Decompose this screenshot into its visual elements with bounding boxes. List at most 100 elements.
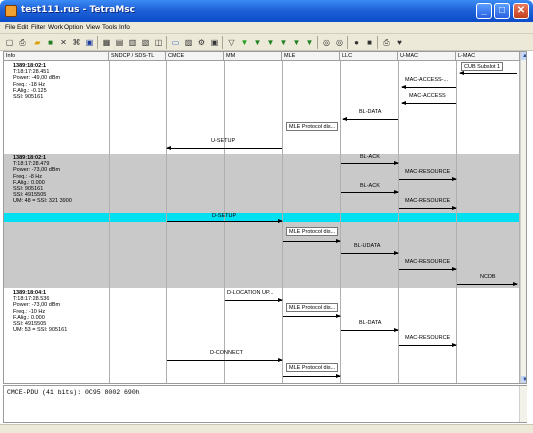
hex-decode-pane[interactable]: CMCE-PDU (41 bits): 0C95 8002 690h	[3, 385, 527, 423]
message-label[interactable]: MAC-ACCESS	[409, 93, 446, 99]
message-arrow[interactable]	[283, 314, 341, 318]
message-label[interactable]: U-SETUP	[211, 138, 235, 144]
funnel-x-icon[interactable]: ▼	[252, 37, 263, 48]
toolbar-separator	[166, 36, 167, 49]
cut-icon[interactable]: ✕	[58, 37, 69, 48]
circle-icon[interactable]: ◎	[321, 37, 332, 48]
mle-protocol-box[interactable]: MLE Protocol dis...	[286, 122, 339, 131]
message-arrow[interactable]	[459, 71, 517, 75]
message-label[interactable]: BL-DATA	[359, 320, 381, 326]
message-arrow[interactable]	[341, 328, 399, 332]
new-icon[interactable]: ▢	[4, 37, 15, 48]
message-label[interactable]: D-SETUP	[212, 213, 236, 219]
list-icon[interactable]: ▥	[127, 37, 138, 48]
message-label[interactable]: BL-DATA	[359, 109, 381, 115]
message-arrow[interactable]	[342, 117, 398, 121]
message-arrow[interactable]	[167, 219, 283, 223]
message-arrow[interactable]	[283, 239, 341, 243]
funnel-green-icon[interactable]: ▼	[239, 37, 250, 48]
filter-icon[interactable]: ⌘	[71, 37, 82, 48]
export-icon[interactable]: ▣	[84, 37, 95, 48]
mle-protocol-box[interactable]: MLE Protocol dis...	[286, 227, 339, 236]
menu-file[interactable]: File	[5, 24, 15, 31]
window-icon-2[interactable]: ▣	[209, 37, 220, 48]
column-sndcp[interactable]: SNDCP / SDS-TL	[109, 52, 166, 61]
column-info[interactable]: Info	[4, 52, 109, 61]
stop-icon[interactable]: ■	[364, 37, 375, 48]
column-lmac[interactable]: L-MAC	[456, 52, 520, 61]
menu-tools[interactable]: Tools	[102, 24, 117, 31]
scroll-up-icon[interactable]: ▲	[521, 52, 526, 60]
maximize-button[interactable]: □	[494, 3, 510, 19]
window-icon[interactable]: ◫	[153, 37, 164, 48]
zoom-icon[interactable]: ▨	[183, 37, 194, 48]
menu-info[interactable]: Info	[119, 24, 130, 31]
message-arrow[interactable]	[399, 343, 457, 347]
record-icon[interactable]: ●	[351, 37, 362, 48]
message-arrow[interactable]	[166, 146, 282, 150]
chart-icon[interactable]: ▧	[140, 37, 151, 48]
message-label[interactable]: MAC-RESOURCE	[405, 259, 450, 265]
settings-icon[interactable]: ⚙	[196, 37, 207, 48]
column-cmce[interactable]: CMCE	[166, 52, 224, 61]
message-arrow[interactable]	[225, 298, 283, 302]
bar-icon[interactable]: ▭	[170, 37, 181, 48]
message-arrow[interactable]	[341, 161, 399, 165]
message-label[interactable]: NCDB	[480, 274, 496, 280]
info-block[interactable]: 1389:18:02:1 T:18:17:28.451 Power: -49,0…	[13, 63, 60, 100]
message-label[interactable]: BL-ACK	[360, 154, 380, 160]
print-icon[interactable]: ⎙	[17, 37, 28, 48]
message-label[interactable]: MAC-RESOURCE	[405, 335, 450, 341]
message-label[interactable]: MAC-RESOURCE	[405, 198, 450, 204]
column-llc[interactable]: LLC	[340, 52, 398, 61]
minimize-button[interactable]: _	[476, 3, 492, 19]
msc-view[interactable]: Info SNDCP / SDS-TL CMCE MM MLE LLC U-MA…	[3, 51, 527, 384]
lifeline-sndcp	[166, 61, 167, 383]
message-arrow[interactable]	[457, 282, 518, 286]
menu-work[interactable]: Work	[48, 24, 63, 31]
funnel-x2-icon[interactable]: ▼	[265, 37, 276, 48]
message-arrow[interactable]	[399, 206, 457, 210]
scroll-down-icon[interactable]: ▼	[521, 376, 526, 383]
message-arrow[interactable]	[399, 177, 457, 181]
column-umac[interactable]: U-MAC	[398, 52, 456, 61]
funnel-x5-icon[interactable]: ▼	[304, 37, 315, 48]
message-arrow[interactable]	[167, 358, 283, 362]
open-icon[interactable]: ▰	[32, 37, 43, 48]
message-label[interactable]: BL-UDATA	[354, 243, 380, 249]
table-icon[interactable]: ▤	[114, 37, 125, 48]
message-arrow[interactable]	[401, 101, 456, 105]
message-arrow[interactable]	[401, 85, 456, 89]
info-block[interactable]: 1389:18:04:1 T:18:17:28.536 Power: -73,0…	[13, 290, 67, 333]
circle2-icon[interactable]: ◎	[334, 37, 345, 48]
menu-filter[interactable]: Filter	[31, 24, 45, 31]
message-arrow[interactable]	[399, 267, 457, 271]
mle-protocol-box[interactable]: MLE Protocol dis...	[286, 303, 339, 312]
message-arrow[interactable]	[341, 251, 399, 255]
message-arrow[interactable]	[341, 190, 399, 194]
info-block[interactable]: 1389:18:02:1 T:18:17:28.479 Power: -73,0…	[13, 155, 72, 205]
hex-scrollbar[interactable]	[519, 386, 527, 422]
funnel-icon[interactable]: ▽	[226, 37, 237, 48]
menu-edit[interactable]: Edit	[17, 24, 28, 31]
mle-protocol-box[interactable]: MLE Protocol dis...	[286, 363, 339, 372]
message-label[interactable]: D-CONNECT	[210, 350, 243, 356]
funnel-x3-icon[interactable]: ▼	[278, 37, 289, 48]
message-label[interactable]: D-LOCATION UP...	[227, 290, 274, 296]
message-label[interactable]: BL-ACK	[360, 183, 380, 189]
message-label[interactable]: MAC-RESOURCE	[405, 169, 450, 175]
menu-view[interactable]: View	[86, 24, 100, 31]
vertical-scrollbar[interactable]: ▲ ▼	[520, 52, 526, 383]
grid-icon[interactable]: ▦	[101, 37, 112, 48]
save-icon[interactable]: ■	[45, 37, 56, 48]
printer-icon[interactable]: ⎙	[381, 37, 392, 48]
cub-subslot-box[interactable]: CUB Subslot 1	[461, 62, 504, 71]
message-label[interactable]: MAC-ACCESS-...	[405, 77, 448, 83]
column-mle[interactable]: MLE	[282, 52, 340, 61]
close-button[interactable]: ✕	[513, 3, 529, 19]
menu-option[interactable]: Option	[64, 24, 83, 31]
message-arrow[interactable]	[283, 374, 341, 378]
heart-icon[interactable]: ♥	[394, 37, 405, 48]
column-mm[interactable]: MM	[224, 52, 282, 61]
funnel-x4-icon[interactable]: ▼	[291, 37, 302, 48]
